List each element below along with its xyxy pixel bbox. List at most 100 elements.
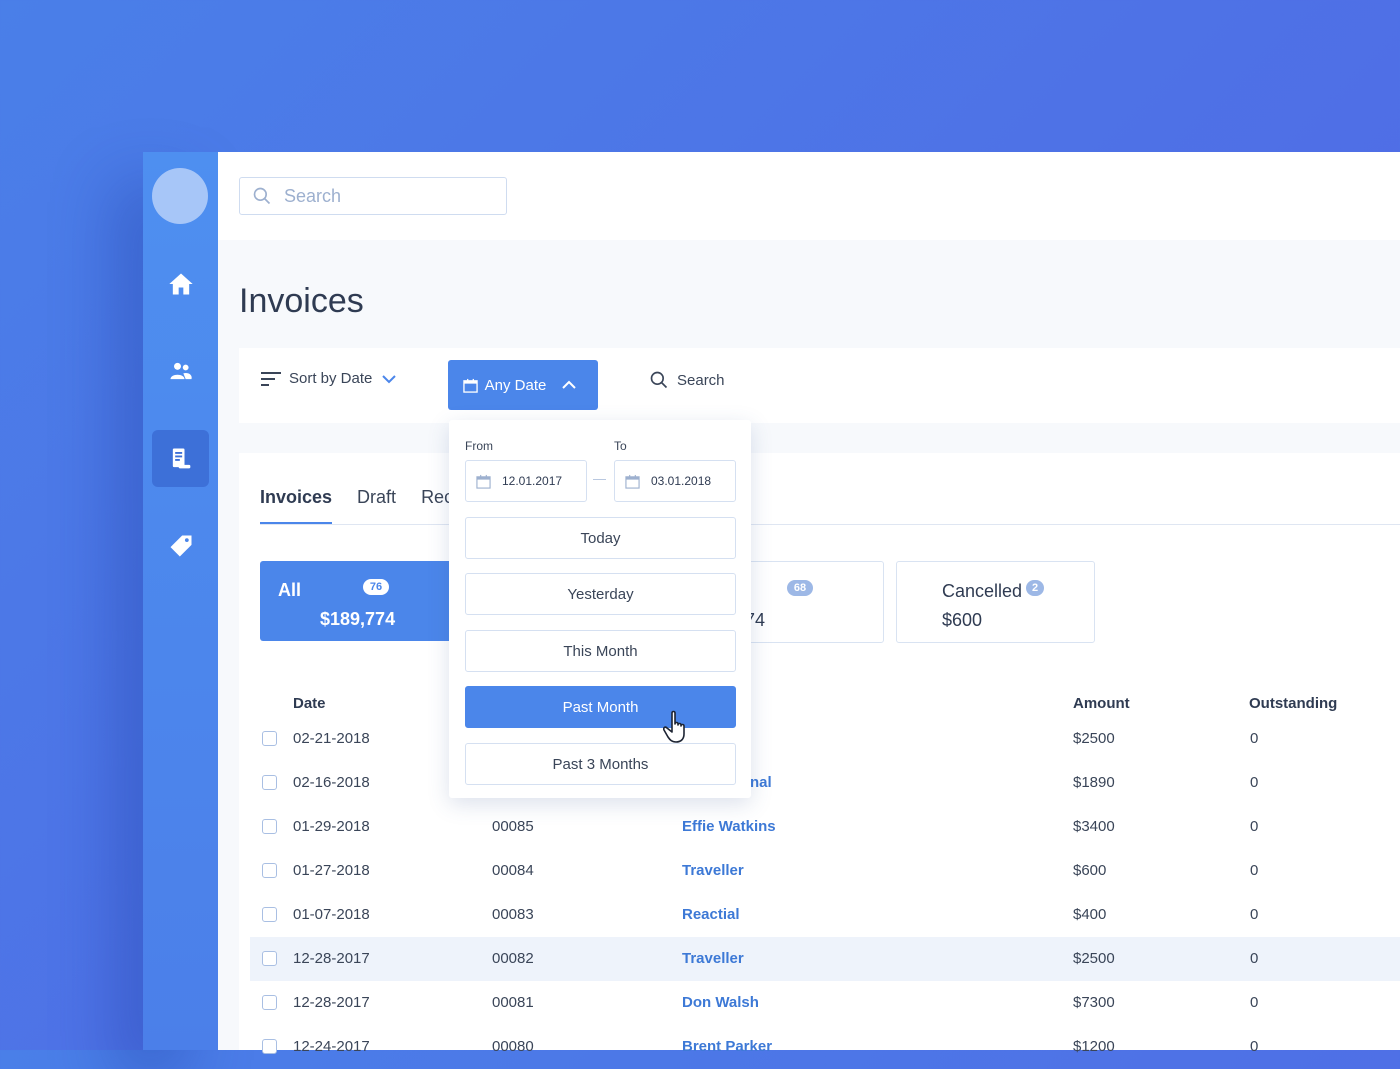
column-header-date[interactable]: Date (293, 695, 326, 712)
chevron-down-icon (382, 374, 397, 383)
count-badge: 68 (787, 580, 813, 596)
row-client[interactable]: Traveller (682, 862, 744, 879)
users-icon (170, 362, 192, 379)
calendar-icon (476, 474, 491, 489)
row-checkbox[interactable] (262, 907, 277, 922)
search-icon (253, 187, 271, 205)
invoice-card: Invoices Draft Rec All 76 $189,774 68 74… (239, 453, 1400, 1055)
summary-amount: $600 (942, 610, 983, 630)
to-date-field[interactable]: 03.01.2018 (614, 460, 736, 502)
from-date-value: 12.01.2017 (502, 474, 563, 488)
tab-divider (260, 524, 1400, 525)
row-checkbox[interactable] (262, 995, 277, 1010)
summary-label: Cancelled (942, 581, 1023, 601)
table-row[interactable]: 01-07-2018 00083 Reactial $400 0 (250, 893, 1400, 937)
row-outstanding: 0 (1250, 906, 1259, 923)
filter-bar: Sort by Date Any Date Search (239, 348, 1400, 423)
row-date: 12-24-2017 (293, 1038, 370, 1055)
invoice-icon (172, 448, 190, 468)
table-row[interactable]: 12-28-2017 00082 Traveller $2500 0 (250, 937, 1400, 981)
table-row[interactable]: 12-28-2017 00081 Don Walsh $7300 0 (250, 981, 1400, 1025)
row-client[interactable]: nal (750, 774, 772, 791)
search-icon (650, 371, 668, 389)
row-client[interactable]: Reactial (682, 906, 740, 923)
search-input[interactable] (282, 184, 486, 208)
tab-invoices[interactable]: Invoices (260, 487, 333, 525)
tab-bar: Invoices Draft Rec (260, 487, 478, 525)
row-outstanding: 0 (1250, 730, 1259, 747)
filter-search-label: Search (677, 371, 725, 389)
row-checkbox[interactable] (262, 819, 277, 834)
row-checkbox[interactable] (262, 731, 277, 746)
row-amount: $7300 (1073, 994, 1115, 1011)
row-number: 00085 (492, 818, 534, 835)
range-separator (593, 479, 606, 480)
date-range-dropdown: From To 12.01.2017 03.01.2018 Today Yest… (449, 420, 751, 798)
nav-invoices[interactable] (152, 430, 209, 487)
row-amount: $400 (1073, 906, 1107, 923)
sort-icon (261, 371, 281, 386)
main-content: Invoices Sort by Date Any Date Search In… (218, 152, 1400, 1055)
count-badge: 76 (363, 579, 389, 595)
row-checkbox[interactable] (262, 775, 277, 790)
table-row[interactable]: 01-27-2018 00084 Traveller $600 0 (250, 849, 1400, 893)
from-date-field[interactable]: 12.01.2017 (465, 460, 587, 502)
row-amount: $1890 (1073, 774, 1115, 791)
page-title: Invoices (239, 282, 364, 320)
row-date: 01-07-2018 (293, 906, 370, 923)
column-header-amount[interactable]: Amount (1073, 695, 1130, 712)
row-outstanding: 0 (1250, 1038, 1259, 1055)
summary-all[interactable]: All 76 $189,774 (260, 561, 460, 641)
row-date: 12-28-2017 (293, 950, 370, 967)
nav-home[interactable] (152, 255, 209, 312)
home-icon (168, 273, 193, 294)
row-date: 01-29-2018 (293, 818, 370, 835)
row-date: 12-28-2017 (293, 994, 370, 1011)
date-filter-label: Any Date (484, 376, 547, 394)
option-today[interactable]: Today (465, 517, 736, 559)
calendar-icon (462, 378, 478, 393)
table-row[interactable]: 12-24-2017 00080 Brent Parker $1200 0 (250, 1025, 1400, 1069)
row-number: 00084 (492, 862, 534, 879)
row-amount: $3400 (1073, 818, 1115, 835)
table-row[interactable]: 02-21-2018 $2500 0 (250, 717, 1400, 761)
global-search[interactable] (239, 177, 507, 215)
option-past-month[interactable]: Past Month (465, 686, 736, 728)
row-date: 02-21-2018 (293, 730, 370, 747)
nav-tags[interactable] (152, 517, 209, 574)
top-bar (218, 152, 1400, 240)
row-checkbox[interactable] (262, 863, 277, 878)
tag-icon (170, 535, 191, 556)
row-checkbox[interactable] (262, 951, 277, 966)
row-client[interactable]: Traveller (682, 950, 744, 967)
hand-cursor-icon (663, 710, 685, 743)
row-date: 01-27-2018 (293, 862, 370, 879)
row-number: 00081 (492, 994, 534, 1011)
column-header-outstanding[interactable]: Outstanding (1249, 695, 1337, 712)
row-checkbox[interactable] (262, 1039, 277, 1054)
nav-contacts[interactable] (152, 342, 209, 399)
summary-amount: $189,774 (320, 609, 396, 629)
row-number: 00083 (492, 906, 534, 923)
date-filter-button[interactable]: Any Date (448, 360, 598, 410)
option-past-3-months[interactable]: Past 3 Months (465, 743, 736, 785)
from-label: From (465, 439, 493, 453)
summary-cancelled[interactable]: Cancelled 2 $600 (896, 561, 1095, 643)
count-badge: 2 (1026, 580, 1044, 596)
filter-search[interactable]: Search (649, 370, 725, 390)
table-row[interactable]: 01-29-2018 00085 Effie Watkins $3400 0 (250, 805, 1400, 849)
to-date-value: 03.01.2018 (651, 474, 712, 488)
table-row[interactable]: 02-16-2018 nal $1890 0 (250, 761, 1400, 805)
option-yesterday[interactable]: Yesterday (465, 573, 736, 615)
option-this-month[interactable]: This Month (465, 630, 736, 672)
calendar-icon (625, 474, 640, 489)
avatar[interactable] (152, 168, 208, 224)
row-client[interactable]: Don Walsh (682, 994, 759, 1011)
row-outstanding: 0 (1250, 818, 1259, 835)
tab-draft[interactable]: Draft (357, 487, 396, 525)
chevron-up-icon (562, 380, 577, 389)
row-client[interactable]: Brent Parker (682, 1038, 772, 1055)
row-amount: $1200 (1073, 1038, 1115, 1055)
row-client[interactable]: Effie Watkins (682, 818, 776, 835)
sort-dropdown[interactable]: Sort by Date (261, 370, 397, 387)
